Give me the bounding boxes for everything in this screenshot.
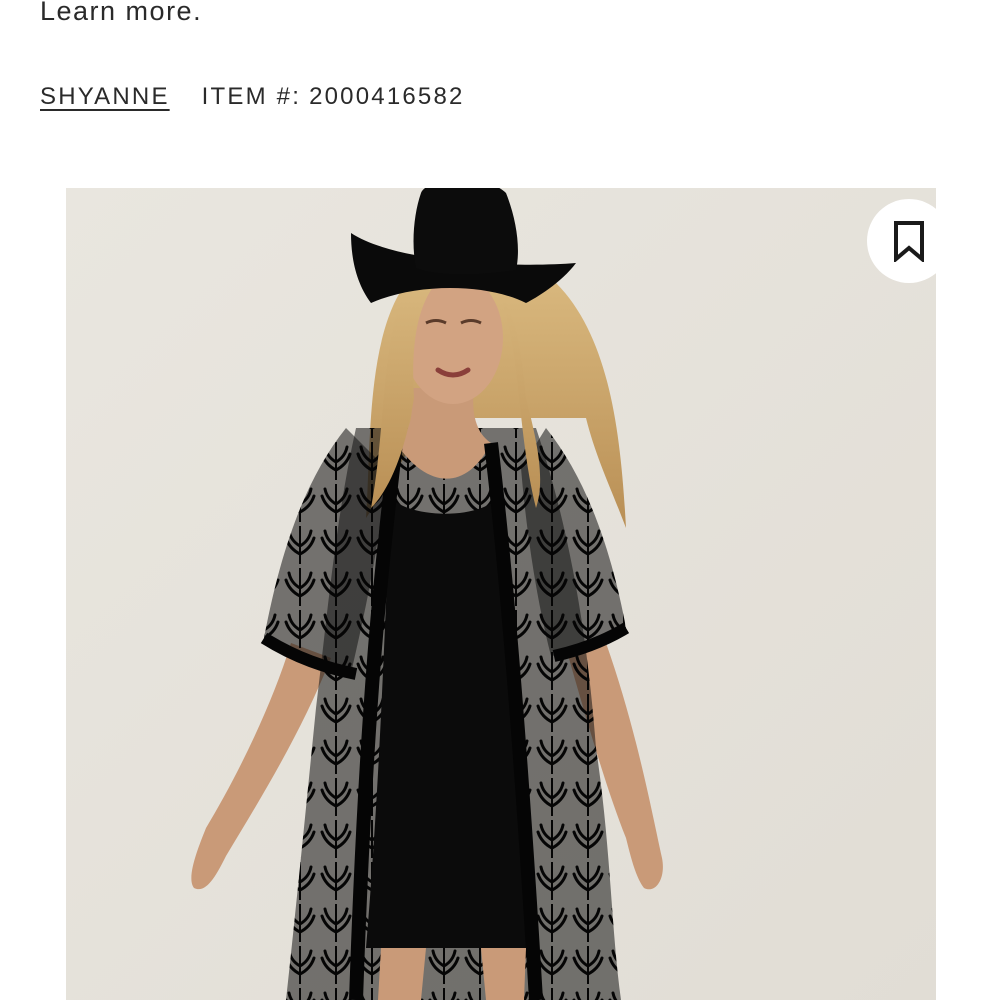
item-number-label: ITEM #:	[201, 83, 302, 110]
product-photo-illustration	[66, 188, 936, 1000]
bookmark-button[interactable]	[867, 199, 951, 283]
brand-link[interactable]: SHYANNE	[40, 83, 170, 111]
product-meta-row: SHYANNE ITEM #: 2000416582	[40, 83, 465, 111]
product-image[interactable]	[66, 188, 936, 1000]
product-page: Learn more. SHYANNE ITEM #: 2000416582	[0, 0, 1000, 1000]
bookmark-icon	[894, 221, 924, 262]
learn-more-link[interactable]: Learn more.	[40, 0, 202, 27]
item-number-value: 2000416582	[309, 83, 465, 110]
